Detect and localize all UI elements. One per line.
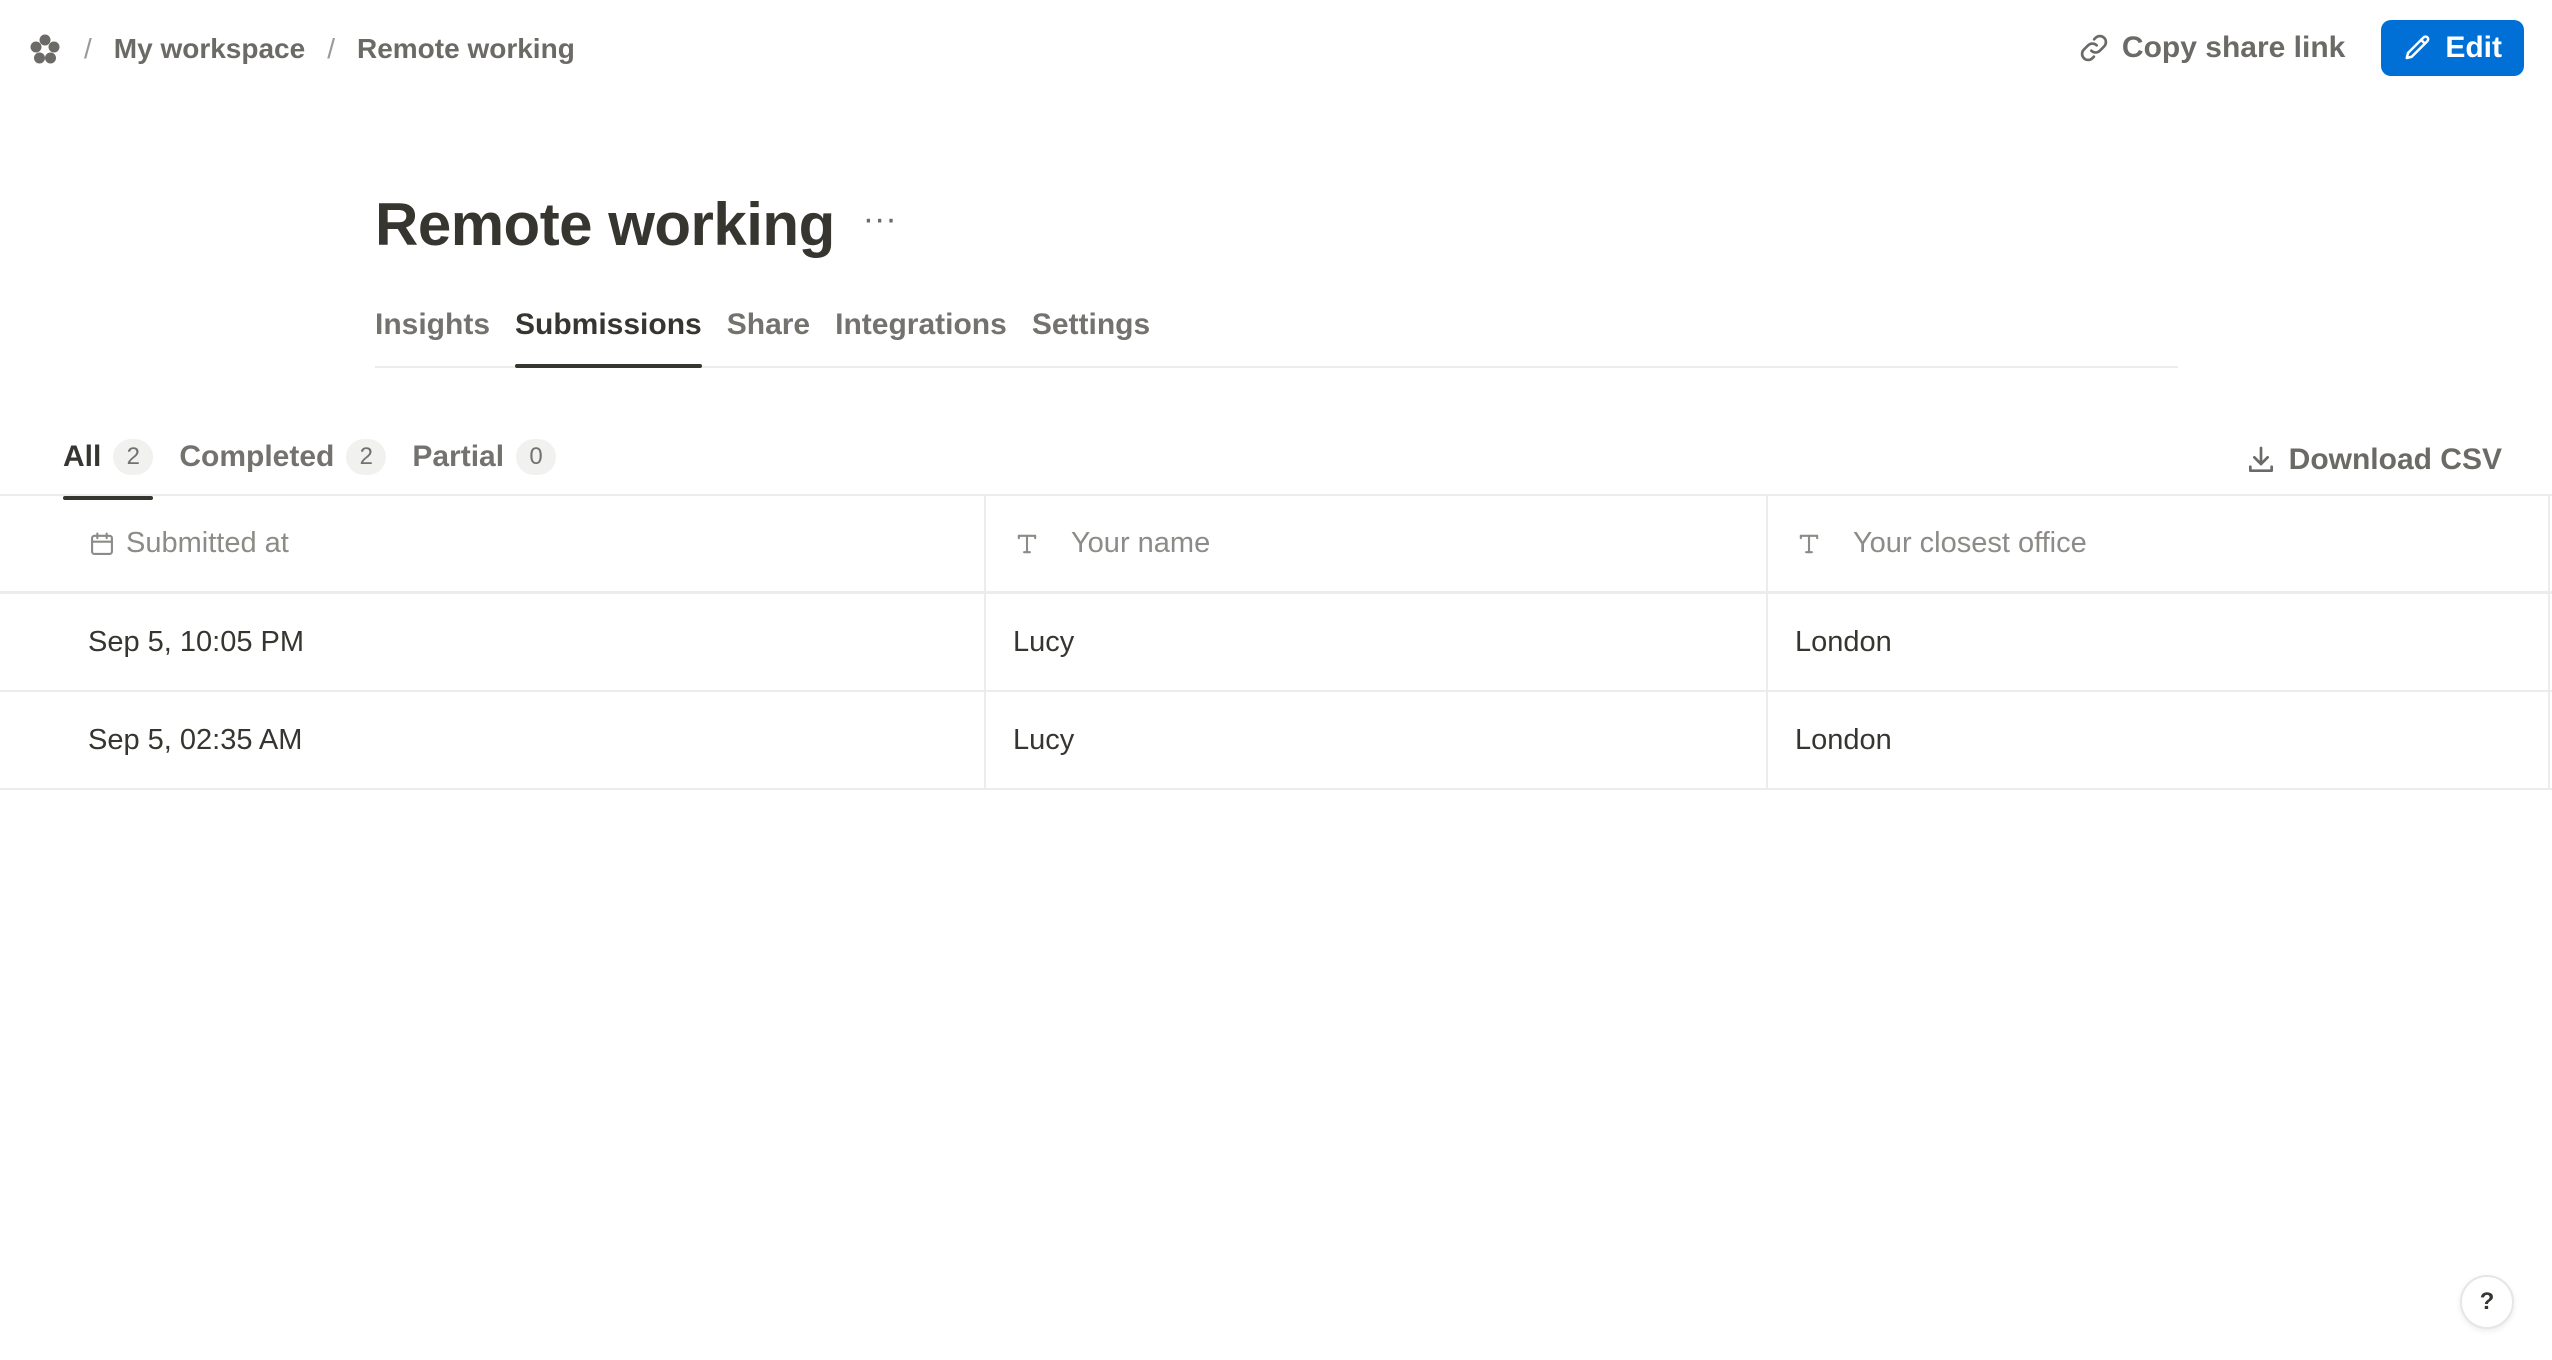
link-icon — [2080, 34, 2108, 62]
top-actions: Copy share link Edit — [2062, 20, 2524, 76]
filter-partial-count: 0 — [516, 439, 557, 475]
table-row[interactable]: Sep 5, 10:05 PM Lucy London — [0, 594, 2552, 692]
filter-all-label: All — [63, 440, 102, 473]
pencil-icon — [2405, 35, 2430, 60]
table-header-row: Submitted at Your name Your closest offi… — [0, 496, 2552, 594]
submission-filters: All 2 Completed 2 Partial 0 — [63, 434, 582, 500]
text-type-icon — [1799, 534, 1819, 553]
breadcrumb-workspace-link[interactable]: My workspace — [114, 33, 305, 65]
filter-completed-count: 2 — [346, 439, 387, 475]
filter-all[interactable]: All 2 — [63, 434, 154, 500]
edit-button[interactable]: Edit — [2381, 20, 2524, 76]
cell-submitted-at: Sep 5, 10:05 PM — [0, 594, 986, 690]
download-icon — [2248, 446, 2273, 472]
cell-your-name: Lucy — [986, 594, 1768, 690]
filter-all-count: 2 — [113, 439, 154, 475]
breadcrumb: / My workspace / Remote working — [28, 28, 575, 70]
copy-share-link-button[interactable]: Copy share link — [2062, 20, 2361, 76]
filter-completed[interactable]: Completed 2 — [179, 434, 387, 494]
cell-your-closest-office: London — [1768, 692, 2550, 788]
column-header-label: Submitted at — [126, 527, 289, 559]
breadcrumb-separator: / — [84, 33, 92, 64]
download-csv-label: Download CSV — [2288, 443, 2502, 476]
help-button[interactable]: ? — [2460, 1275, 2514, 1329]
tab-share[interactable]: Share — [727, 300, 810, 366]
column-header-submitted-at[interactable]: Submitted at — [0, 496, 986, 591]
top-bar: / My workspace / Remote working Copy sha… — [0, 0, 2552, 98]
column-header-label: Your closest office — [1853, 527, 2087, 559]
tab-insights[interactable]: Insights — [375, 300, 490, 366]
text-type-icon — [1017, 534, 1037, 553]
breadcrumb-separator: / — [327, 33, 335, 64]
filter-completed-label: Completed — [179, 440, 335, 473]
column-header-your-closest-office[interactable]: Your closest office — [1768, 496, 2550, 591]
tab-integrations[interactable]: Integrations — [835, 300, 1007, 366]
cell-submitted-at: Sep 5, 02:35 AM — [0, 692, 986, 788]
flower-logo-icon[interactable] — [28, 32, 62, 66]
submissions-table: Submitted at Your name Your closest offi… — [0, 496, 2552, 790]
page-header: Remote working ··· — [375, 186, 897, 262]
download-csv-button[interactable]: Download CSV — [2245, 434, 2502, 486]
submission-filter-bar: All 2 Completed 2 Partial 0 Download CSV — [0, 426, 2552, 500]
column-header-label: Your name — [1071, 527, 1211, 559]
calendar-icon — [91, 531, 113, 555]
column-header-your-name[interactable]: Your name — [986, 496, 1768, 591]
cell-your-name: Lucy — [986, 692, 1768, 788]
tab-submissions[interactable]: Submissions — [515, 300, 702, 368]
edit-label: Edit — [2445, 31, 2502, 64]
page-title: Remote working — [375, 190, 835, 258]
filter-partial[interactable]: Partial 0 — [412, 434, 557, 494]
table-row[interactable]: Sep 5, 02:35 AM Lucy London — [0, 692, 2552, 790]
breadcrumb-current[interactable]: Remote working — [357, 33, 575, 65]
tab-settings[interactable]: Settings — [1032, 300, 1150, 366]
form-tabs: Insights Submissions Share Integrations … — [375, 300, 2178, 368]
more-options-button[interactable]: ··· — [863, 202, 897, 246]
filter-partial-label: Partial — [412, 440, 505, 473]
copy-share-link-label: Copy share link — [2121, 31, 2346, 64]
cell-your-closest-office: London — [1768, 594, 2550, 690]
